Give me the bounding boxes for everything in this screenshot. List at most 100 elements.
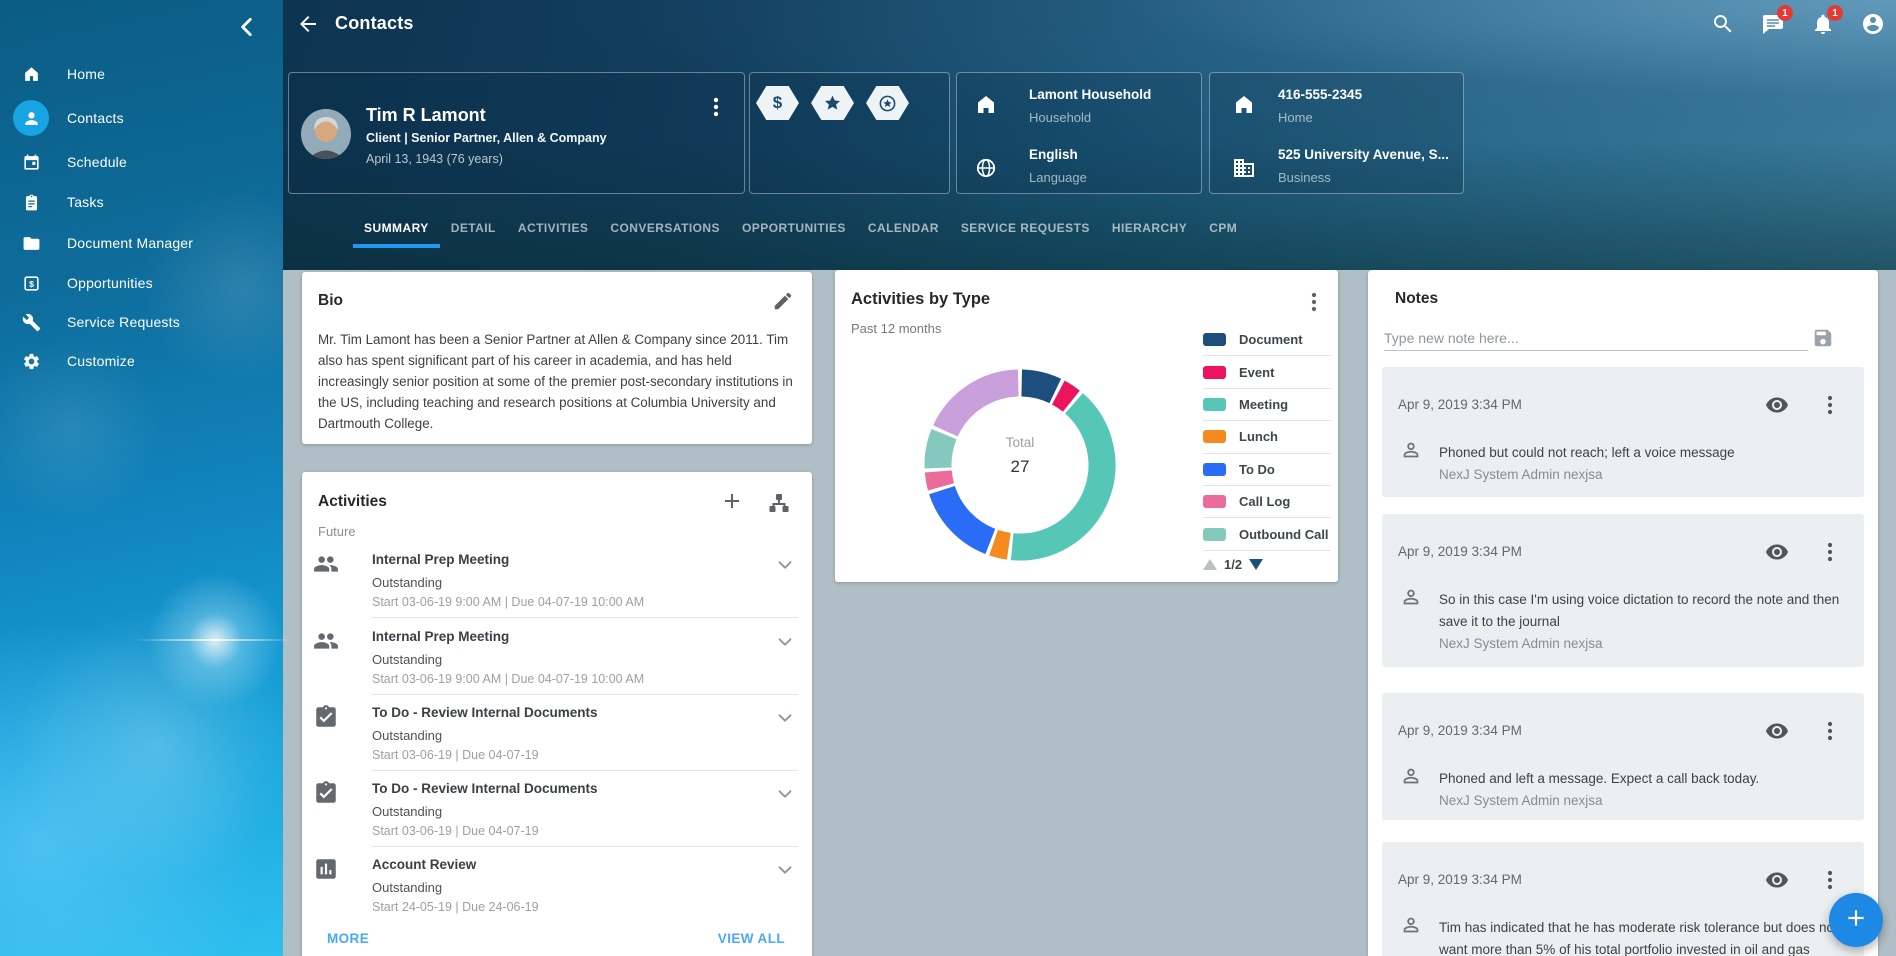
legend-item: Meeting xyxy=(1203,389,1331,421)
tab-activities[interactable]: ACTIVITIES xyxy=(507,208,600,248)
more-button[interactable]: MORE xyxy=(327,931,369,946)
note-menu-button[interactable] xyxy=(1818,868,1842,892)
household-name: Lamont Household xyxy=(1029,87,1151,102)
chevron-down-icon[interactable] xyxy=(774,783,796,805)
chat-icon xyxy=(1761,23,1785,40)
conversations-button[interactable]: 1 xyxy=(1761,12,1785,36)
back-button[interactable] xyxy=(296,12,320,36)
tab-hierarchy[interactable]: HIERARCHY xyxy=(1101,208,1198,248)
plus-icon xyxy=(1843,905,1869,936)
tab-opportunities[interactable]: OPPORTUNITIES xyxy=(731,208,857,248)
legend-item: Call Log xyxy=(1203,486,1331,518)
donut-segment-Lunch xyxy=(994,543,1009,547)
profile-menu-button[interactable] xyxy=(704,95,728,119)
svg-text:$: $ xyxy=(29,278,34,288)
sidebar-collapse-button[interactable] xyxy=(234,14,260,40)
activity-row[interactable]: Account Review Outstanding Start 24-05-1… xyxy=(302,846,812,923)
note-visibility-button[interactable] xyxy=(1765,393,1789,417)
household-card[interactable]: Lamont Household Household English Langu… xyxy=(956,72,1202,194)
chevron-down-icon[interactable] xyxy=(774,707,796,729)
account-button[interactable] xyxy=(1861,12,1885,36)
donut-total-value: 27 xyxy=(920,457,1120,477)
hierarchy-view-button[interactable] xyxy=(767,491,791,515)
sidebar-item-label: Home xyxy=(67,66,105,82)
chevron-down-icon[interactable] xyxy=(774,631,796,653)
legend-page-up-icon[interactable] xyxy=(1203,559,1217,570)
account-circle-icon xyxy=(1861,23,1885,40)
activity-title: To Do - Review Internal Documents xyxy=(372,781,598,796)
legend-item: Event xyxy=(1203,356,1331,388)
activity-row[interactable]: Internal Prep Meeting Outstanding Start … xyxy=(302,541,812,618)
star-badge-icon[interactable] xyxy=(811,86,854,120)
activity-row[interactable]: Internal Prep Meeting Outstanding Start … xyxy=(302,618,812,695)
note-menu-button[interactable] xyxy=(1818,393,1842,417)
note-visibility-button[interactable] xyxy=(1765,540,1789,564)
save-note-button[interactable] xyxy=(1812,327,1834,349)
sidebar-item-opportunities[interactable]: $ Opportunities xyxy=(0,263,283,303)
tab-service-requests[interactable]: SERVICE REQUESTS xyxy=(950,208,1101,248)
legend-swatch xyxy=(1203,398,1226,411)
contact-info-card[interactable]: 416-555-2345 Home 525 University Avenue,… xyxy=(1209,72,1464,194)
add-activity-button[interactable] xyxy=(720,489,744,513)
note-text: So in this case I'm using voice dictatio… xyxy=(1439,589,1843,633)
notification-badge: 1 xyxy=(1827,5,1843,21)
contact-role: Client | Senior Partner, Allen & Company xyxy=(366,131,607,145)
activity-status: Outstanding xyxy=(372,804,442,819)
sidebar-item-contacts[interactable]: Contacts xyxy=(0,98,283,138)
notes-title: Notes xyxy=(1395,290,1438,308)
building-icon xyxy=(1232,156,1256,180)
sidebar-item-label: Opportunities xyxy=(67,275,153,291)
chart-menu-button[interactable] xyxy=(1302,290,1326,314)
note-visibility-button[interactable] xyxy=(1765,868,1789,892)
phone-number: 416-555-2345 xyxy=(1278,87,1362,102)
tab-conversations[interactable]: CONVERSATIONS xyxy=(599,208,731,248)
language-value: English xyxy=(1029,147,1078,162)
edit-bio-button[interactable] xyxy=(772,290,794,312)
eye-icon xyxy=(1765,404,1789,421)
sidebar-item-document-manager[interactable]: Document Manager xyxy=(0,223,283,263)
bar-chart-icon xyxy=(313,856,339,882)
activity-title: Internal Prep Meeting xyxy=(372,629,509,644)
view-all-button[interactable]: VIEW ALL xyxy=(718,931,785,946)
activity-dates: Start 03-06-19 | Due 04-07-19 xyxy=(372,748,539,762)
activity-row[interactable]: To Do - Review Internal Documents Outsta… xyxy=(302,694,812,771)
sidebar-item-service-requests[interactable]: Service Requests xyxy=(0,302,283,342)
badge-row: $ xyxy=(756,86,909,120)
new-note-input[interactable] xyxy=(1384,326,1808,351)
note-menu-button[interactable] xyxy=(1818,540,1842,564)
activities-by-type-card: Activities by Type Past 12 months Total … xyxy=(835,270,1338,582)
activity-row[interactable]: To Do - Review Internal Documents Outsta… xyxy=(302,770,812,847)
note-timestamp: Apr 9, 2019 3:34 PM xyxy=(1398,397,1522,412)
note-visibility-button[interactable] xyxy=(1765,719,1789,743)
meeting-people-icon xyxy=(313,628,339,654)
tab-summary[interactable]: SUMMARY xyxy=(353,208,440,248)
org-tree-icon xyxy=(767,502,791,519)
sidebar-item-schedule[interactable]: Schedule xyxy=(0,142,283,182)
search-button[interactable] xyxy=(1711,12,1735,36)
note-menu-button[interactable] xyxy=(1818,719,1842,743)
legend-item: To Do xyxy=(1203,454,1331,486)
sidebar-item-home[interactable]: Home xyxy=(0,54,283,94)
sidebar-item-customize[interactable]: Customize xyxy=(0,341,283,381)
notifications-button[interactable]: 1 xyxy=(1811,12,1835,36)
star-circle-badge-icon[interactable] xyxy=(866,86,909,120)
gear-icon xyxy=(0,343,62,379)
tab-detail[interactable]: DETAIL xyxy=(440,208,507,248)
tab-cpm[interactable]: CPM xyxy=(1198,208,1248,248)
eye-icon xyxy=(1765,879,1789,896)
note-text: Tim has indicated that he has moderate r… xyxy=(1439,917,1843,956)
chevron-down-icon[interactable] xyxy=(774,859,796,881)
legend-page-indicator: 1/2 xyxy=(1224,557,1242,572)
chevron-down-icon[interactable] xyxy=(774,554,796,576)
kebab-icon xyxy=(1818,879,1842,896)
person-icon xyxy=(0,100,62,136)
dollar-badge-icon[interactable]: $ xyxy=(756,86,799,120)
add-button[interactable] xyxy=(1829,893,1883,947)
globe-icon xyxy=(974,156,998,180)
avatar xyxy=(301,109,351,159)
legend-label: Call Log xyxy=(1239,494,1290,509)
activity-dates: Start 24-05-19 | Due 24-06-19 xyxy=(372,900,539,914)
tab-calendar[interactable]: CALENDAR xyxy=(857,208,950,248)
legend-page-down-icon[interactable] xyxy=(1249,559,1263,570)
sidebar-item-tasks[interactable]: Tasks xyxy=(0,182,283,222)
